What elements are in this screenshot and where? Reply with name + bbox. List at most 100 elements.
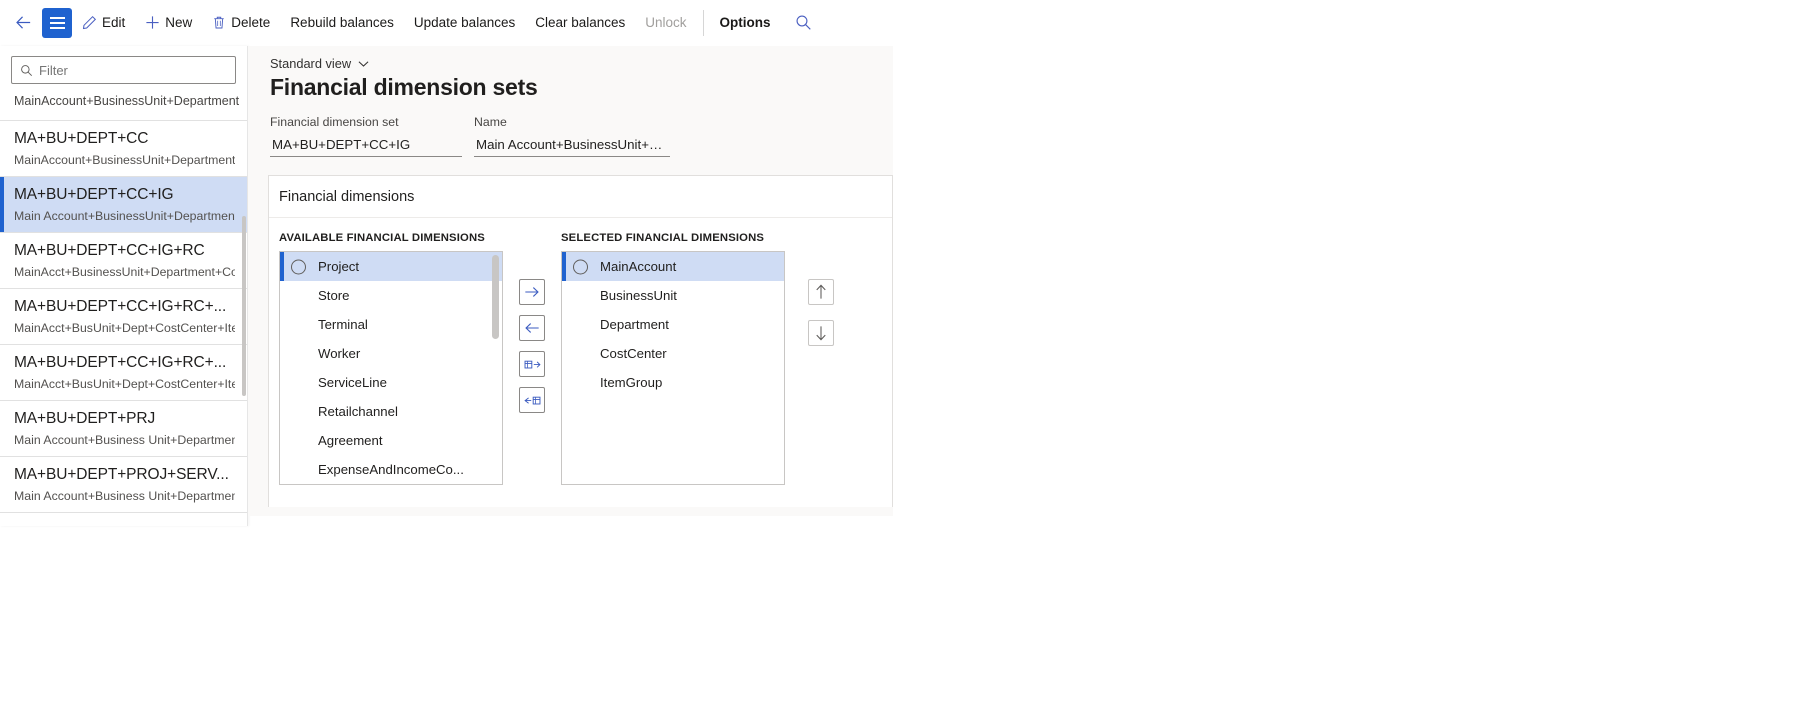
- list-item-subtitle: Main Account+Business Unit+Department+P.…: [14, 433, 235, 447]
- name-input[interactable]: [474, 134, 670, 157]
- radio-icon[interactable]: [291, 259, 306, 274]
- search-button[interactable]: [781, 14, 826, 31]
- available-list-item-label: Terminal: [318, 317, 368, 332]
- financial-dimension-set-input[interactable]: [270, 134, 462, 157]
- rebuild-balances-button[interactable]: Rebuild balances: [280, 0, 404, 46]
- main-content-panel: Standard view Financial dimension sets F…: [248, 46, 893, 516]
- header-fields: Financial dimension set Name: [270, 115, 873, 157]
- list-item-subtitle: MainAcct+BusUnit+Dept+CostCenter+ItemG..…: [14, 377, 235, 391]
- radio-icon[interactable]: [573, 259, 588, 274]
- move-all-left-button[interactable]: [519, 387, 545, 413]
- available-list-item-label: Agreement: [318, 433, 383, 448]
- available-listbox-scrollbar[interactable]: [492, 255, 499, 339]
- name-label: Name: [474, 115, 507, 129]
- search-icon: [796, 15, 811, 30]
- available-list-item-label: Retailchannel: [318, 404, 398, 419]
- list-item-subtitle: MainAcct+BusinessUnit+Department+CostC..…: [14, 265, 235, 279]
- list-item-title: MA+BU+DEPT+CC+IG+RC+...: [14, 298, 227, 315]
- move-down-button[interactable]: [808, 320, 834, 346]
- list-item-title: MA+BU+DEPT+CC+IG+RC: [14, 242, 205, 259]
- trash-icon: [212, 15, 226, 30]
- edit-button[interactable]: Edit: [72, 0, 135, 46]
- available-list-item-label: Store: [318, 288, 350, 303]
- selected-list-item[interactable]: MainAccount: [562, 252, 784, 281]
- financial-dimensions-card-title: Financial dimensions: [269, 176, 892, 218]
- name-field: Name: [474, 115, 670, 157]
- available-dimensions-listbox[interactable]: Project Store Terminal Worker ServiceLin: [279, 251, 503, 485]
- selected-list-item-label: ItemGroup: [600, 375, 663, 390]
- list-item[interactable]: MA+BU+DEPT+PRJ Main Account+Business Uni…: [0, 401, 247, 457]
- arrow-left-icon: [525, 323, 539, 333]
- selected-list-item[interactable]: ItemGroup: [562, 368, 784, 397]
- financial-dimension-set-label: Financial dimension set: [270, 115, 399, 129]
- list-item[interactable]: MA+BU+DEPT+PROJ+SERV... Main Account+Bus…: [0, 457, 247, 513]
- list-item[interactable]: MA+BU+DEPT+CC+IG+RC+... MainAcct+BusUnit…: [0, 289, 247, 345]
- arrow-left-grid-icon: [523, 396, 540, 404]
- list-item[interactable]: MA+BU+DEPT+CC+IG+RC+... MainAcct+BusUnit…: [0, 345, 247, 401]
- list-item-subtitle: Main Account+BusinessUnit+Department+C..…: [14, 209, 235, 223]
- available-list-item[interactable]: Agreement: [280, 426, 502, 455]
- clear-balances-button[interactable]: Clear balances: [525, 0, 635, 46]
- chevron-down-icon: [358, 60, 369, 67]
- plus-icon: [145, 15, 160, 30]
- list-item-title: MA+BU+DEPT+CC+IG: [14, 186, 174, 203]
- delete-button[interactable]: Delete: [202, 0, 280, 46]
- list-item-partial-subtitle[interactable]: MainAccount+BusinessUnit+Department: [0, 92, 247, 121]
- move-all-right-button[interactable]: [519, 351, 545, 377]
- delete-button-label: Delete: [231, 15, 271, 30]
- list-item-subtitle: MainAccount+BusinessUnit+Department+Co..…: [14, 153, 235, 167]
- available-list-item[interactable]: ServiceLine: [280, 368, 502, 397]
- selected-dimensions-column: SELECTED FINANCIAL DIMENSIONS MainAccoun…: [561, 232, 785, 485]
- navigation-menu-button[interactable]: [42, 7, 72, 38]
- hamburger-icon-line: [49, 16, 65, 19]
- arrow-up-icon: [816, 284, 826, 299]
- filter-input[interactable]: [39, 62, 227, 78]
- arrow-right-icon: [525, 287, 539, 297]
- list-item-subtitle: MainAcct+BusUnit+Dept+CostCenter+ItemG..…: [14, 321, 235, 335]
- main-content-padding: Standard view Financial dimension sets F…: [248, 46, 893, 157]
- available-list-item[interactable]: Retailchannel: [280, 397, 502, 426]
- move-right-button[interactable]: [519, 279, 545, 305]
- page-title: Financial dimension sets: [270, 74, 538, 100]
- list-item[interactable]: MA+BU+DEPT+CC+IG+RC MainAcct+BusinessUni…: [0, 233, 247, 289]
- clear-balances-label: Clear balances: [535, 15, 626, 30]
- available-list-item[interactable]: Project: [280, 252, 502, 281]
- transfer-buttons-group: [503, 232, 561, 485]
- selected-list-item[interactable]: Department: [562, 310, 784, 339]
- available-list-item-label: Project: [318, 259, 360, 274]
- filter-container: [0, 46, 247, 92]
- move-left-button[interactable]: [519, 315, 545, 341]
- list-item-title: MA+BU+DEPT+PRJ: [14, 410, 156, 427]
- unlock-button: Unlock: [635, 0, 696, 46]
- new-button-label: New: [165, 15, 193, 30]
- pencil-icon: [82, 15, 97, 30]
- selected-list-item[interactable]: CostCenter: [562, 339, 784, 368]
- hamburger-icon-line: [49, 21, 65, 24]
- selected-list-item[interactable]: BusinessUnit: [562, 281, 784, 310]
- move-up-button[interactable]: [808, 279, 834, 305]
- available-list-item[interactable]: ExpenseAndIncomeCo...: [280, 455, 502, 484]
- edit-button-label: Edit: [102, 15, 126, 30]
- selected-list-item-label: BusinessUnit: [600, 288, 677, 303]
- list-item-title: MA+BU+DEPT+CC: [14, 130, 149, 147]
- list-item-selected[interactable]: MA+BU+DEPT+CC+IG Main Account+BusinessUn…: [0, 177, 247, 233]
- available-list-item-label: ExpenseAndIncomeCo...: [318, 462, 464, 477]
- available-list-item[interactable]: Worker: [280, 339, 502, 368]
- selected-list-item-label: MainAccount: [600, 259, 677, 274]
- list-item[interactable]: MA+BU+DEPT+CC MainAccount+BusinessUnit+D…: [0, 121, 247, 177]
- new-button[interactable]: New: [135, 0, 202, 46]
- back-button[interactable]: [6, 6, 40, 40]
- financial-dimensions-card-body: AVAILABLE FINANCIAL DIMENSIONS Project S…: [269, 218, 892, 507]
- options-button[interactable]: Options: [710, 0, 781, 46]
- selected-dimensions-listbox[interactable]: MainAccount BusinessUnit Department Cost…: [561, 251, 785, 485]
- available-list-item[interactable]: Store: [280, 281, 502, 310]
- sidebar-scrollbar[interactable]: [242, 216, 246, 396]
- update-balances-button[interactable]: Update balances: [404, 0, 525, 46]
- available-list-item[interactable]: Terminal: [280, 310, 502, 339]
- arrow-left-icon: [15, 16, 30, 29]
- update-balances-label: Update balances: [413, 15, 516, 30]
- filter-box[interactable]: [11, 56, 236, 84]
- top-toolbar: Edit New Delete Rebuild balances Update …: [0, 0, 893, 46]
- list-item-title: MA+BU+DEPT+CC+IG+RC+...: [14, 354, 227, 371]
- view-selector[interactable]: Standard view: [270, 56, 873, 71]
